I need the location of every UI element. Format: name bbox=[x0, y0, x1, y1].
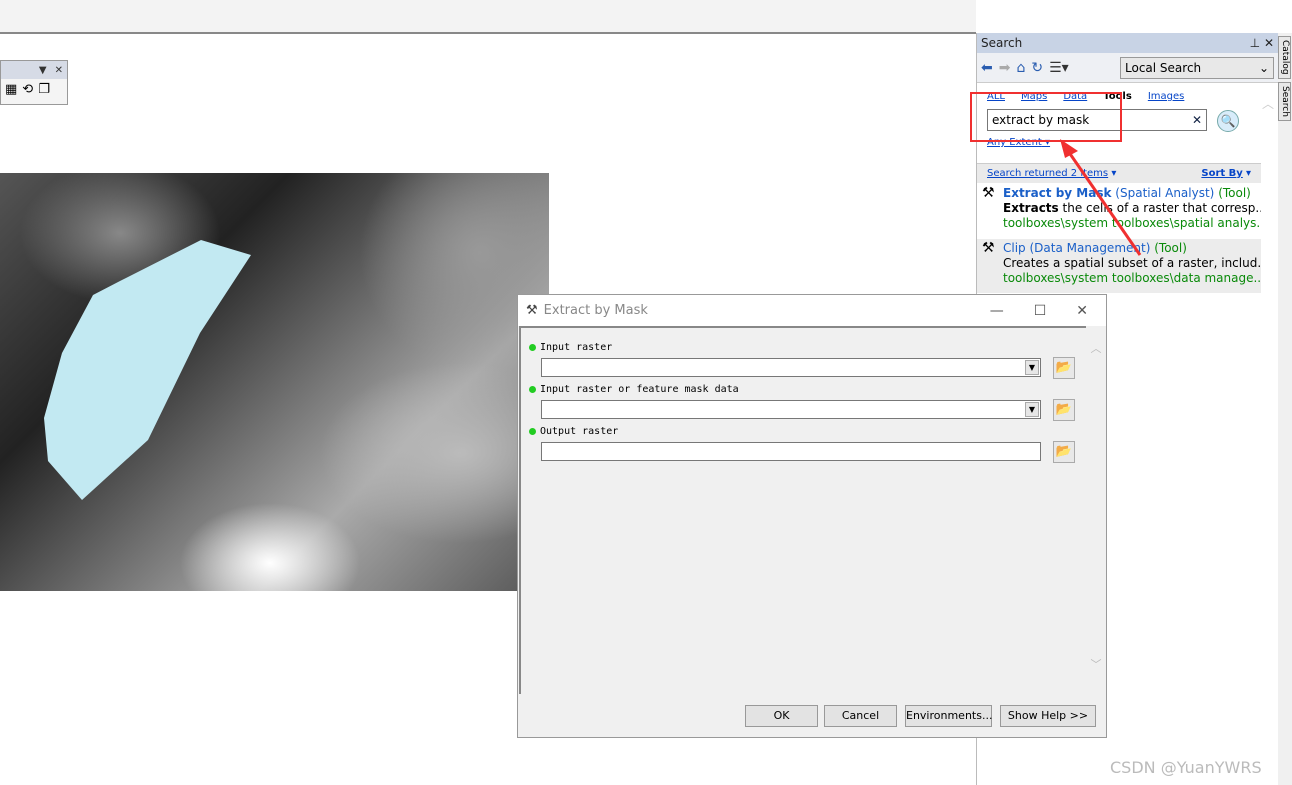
watermark: CSDN @YuanYWRS bbox=[1110, 758, 1262, 777]
dropdown-arrow-icon[interactable]: ▼ bbox=[1025, 402, 1039, 417]
extract-by-mask-dialog: ⚒ Extract by Mask — ☐ ✕ Input raster ▼ 📂 In… bbox=[517, 294, 1107, 738]
dialog-title: Extract by Mask bbox=[543, 303, 648, 318]
ok-button[interactable]: OK bbox=[745, 705, 818, 727]
arrow-line bbox=[1064, 147, 1142, 256]
browse-button[interactable]: 📂 bbox=[1053, 441, 1075, 463]
environments-button[interactable]: Environments... bbox=[905, 705, 992, 727]
required-dot-icon bbox=[529, 386, 536, 393]
param-label: Output raster bbox=[529, 426, 618, 437]
scroll-down-icon[interactable]: ﹀ bbox=[1086, 656, 1106, 672]
browse-button[interactable]: 📂 bbox=[1053, 357, 1075, 379]
required-dot-icon bbox=[529, 428, 536, 435]
folder-icon: 📂 bbox=[1055, 444, 1073, 459]
hammer-icon: ⚒ bbox=[526, 303, 538, 318]
param-label: Input raster or feature mask data bbox=[529, 384, 739, 395]
param-label-text: Input raster bbox=[540, 342, 613, 353]
show-help-button[interactable]: Show Help >> bbox=[1000, 705, 1096, 727]
minimize-button[interactable]: — bbox=[990, 303, 1004, 319]
required-dot-icon bbox=[529, 344, 536, 351]
folder-icon: 📂 bbox=[1055, 402, 1073, 417]
cancel-button[interactable]: Cancel bbox=[824, 705, 897, 727]
input-raster-select[interactable]: ▼ bbox=[541, 358, 1041, 377]
dialog-body: Input raster ▼ 📂 Input raster or feature… bbox=[519, 326, 1086, 694]
close-button[interactable]: ✕ bbox=[1076, 303, 1088, 319]
browse-button[interactable]: 📂 bbox=[1053, 399, 1075, 421]
dropdown-arrow-icon[interactable]: ▼ bbox=[1025, 360, 1039, 375]
param-label: Input raster bbox=[529, 342, 612, 353]
arrow-head bbox=[1060, 139, 1078, 158]
output-raster-input[interactable] bbox=[541, 442, 1041, 461]
mask-data-select[interactable]: ▼ bbox=[541, 400, 1041, 419]
folder-icon: 📂 bbox=[1055, 360, 1073, 375]
param-label-text: Input raster or feature mask data bbox=[540, 384, 739, 395]
maximize-button[interactable]: ☐ bbox=[1034, 303, 1047, 319]
dialog-scrollbar[interactable]: ︿ ﹀ bbox=[1086, 326, 1106, 694]
param-label-text: Output raster bbox=[540, 426, 619, 437]
scroll-up-icon[interactable]: ︿ bbox=[1086, 340, 1106, 356]
